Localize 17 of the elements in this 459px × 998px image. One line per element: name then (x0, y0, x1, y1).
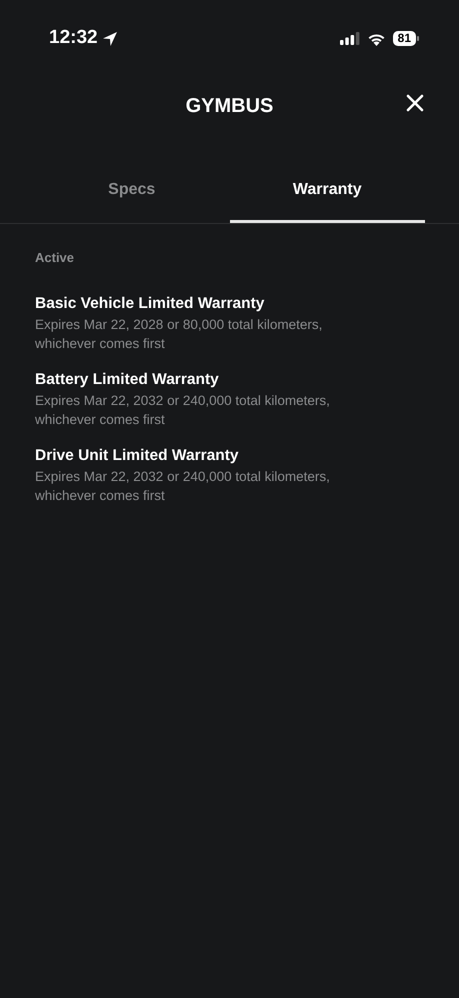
warranty-title: Basic Vehicle Limited Warranty (35, 294, 266, 314)
tab[interactable]: Warranty (230, 157, 425, 223)
vehicle-title: GYMBUS (186, 94, 274, 118)
location-arrow-icon (102, 30, 118, 46)
wifi-icon (366, 32, 386, 46)
warranty-description: Expires Mar 22, 2028 or 80,000 total kilometers, whichever comes first (35, 316, 324, 352)
status-time: 12:32 (49, 26, 98, 50)
warranty-description: Expires Mar 22, 2032 or 240,000 total kilometers, whichever comes first (35, 468, 331, 504)
battery-level: 81 (392, 31, 416, 46)
close-button[interactable] (404, 92, 426, 114)
warranty-description: Expires Mar 22, 2032 or 240,000 total kilometers, whichever comes first (35, 392, 331, 428)
tab[interactable]: Specs (34, 157, 230, 223)
warranty-title: Drive Unit Limited Warranty (35, 446, 240, 466)
warranty-title: Battery Limited Warranty (35, 370, 220, 390)
signal-icon (340, 32, 360, 45)
section-heading: Active (35, 249, 76, 267)
close-icon (406, 94, 424, 112)
